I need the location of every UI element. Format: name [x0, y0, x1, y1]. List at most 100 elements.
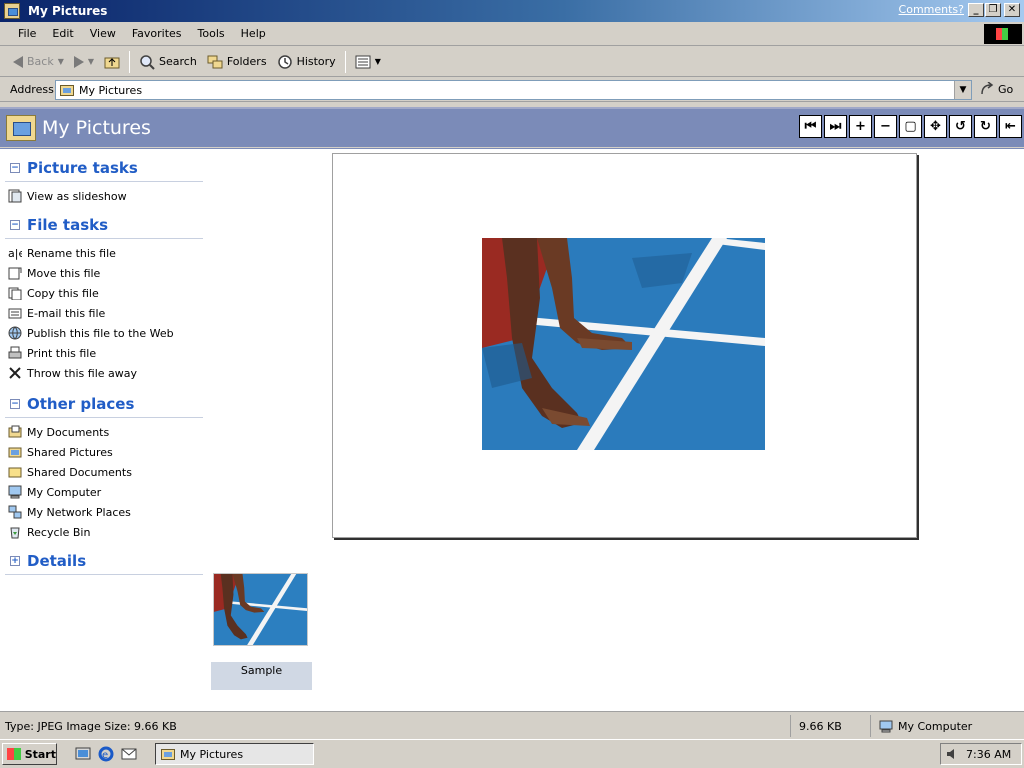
restore-icon[interactable]: ❐	[985, 3, 1001, 17]
expand-icon[interactable]: +	[10, 556, 20, 566]
minimize-icon[interactable]: _	[968, 3, 984, 17]
svg-text:a|e: a|e	[8, 247, 22, 260]
close-icon[interactable]: ✕	[1004, 3, 1020, 17]
task-rename[interactable]: a|e Rename this file	[0, 243, 208, 263]
svg-text:e: e	[102, 750, 108, 761]
history-button[interactable]: History	[272, 50, 341, 74]
image-preview-frame	[332, 153, 917, 538]
picture-tasks-header[interactable]: − Picture tasks	[0, 155, 208, 181]
outlook-express-icon[interactable]	[121, 746, 137, 762]
go-label: Go	[998, 82, 1014, 96]
rotate-clockwise-icon[interactable]: ↻	[974, 115, 997, 138]
task-pane: − Picture tasks View as slideshow − File…	[0, 149, 208, 712]
my-computer-icon	[8, 485, 22, 499]
back-arrow-icon	[13, 55, 23, 68]
task-copy[interactable]: Copy this file	[0, 283, 208, 303]
back-dropdown-icon[interactable]: ▼	[58, 57, 64, 66]
thumbnail-image[interactable]	[213, 573, 308, 646]
shared-pictures-icon	[8, 447, 22, 458]
task-print[interactable]: Print this file	[0, 343, 208, 363]
forward-dropdown-icon[interactable]: ▼	[88, 57, 94, 66]
thumbnail-label[interactable]: Sample	[211, 662, 312, 690]
taskbar-button-my-pictures[interactable]: My Pictures	[155, 743, 314, 765]
forward-button[interactable]: ▼	[69, 50, 99, 74]
volume-icon[interactable]	[946, 748, 958, 760]
task-publish[interactable]: Publish this file to the Web	[0, 323, 208, 343]
rename-icon: a|e	[8, 247, 22, 260]
zoom-in-icon[interactable]: +	[849, 115, 872, 138]
other-places-header[interactable]: − Other places	[0, 391, 208, 417]
zoom-out-icon[interactable]: −	[874, 115, 897, 138]
start-button[interactable]: Start	[2, 743, 57, 765]
folders-button[interactable]: Folders	[202, 50, 272, 74]
task-email[interactable]: E-mail this file	[0, 303, 208, 323]
address-dropdown-icon[interactable]: ▼	[954, 81, 971, 99]
thumbnail-item[interactable]: Sample	[211, 562, 312, 690]
comments-link[interactable]: Comments?	[899, 3, 964, 16]
my-pictures-folder-icon	[60, 85, 74, 96]
show-desktop-icon[interactable]	[75, 746, 91, 762]
my-pictures-folder-icon	[6, 115, 36, 141]
search-button[interactable]: Search	[134, 50, 202, 74]
copy-icon	[8, 287, 22, 300]
preview-image[interactable]	[482, 238, 765, 450]
file-tasks-header[interactable]: − File tasks	[0, 212, 208, 238]
exit-icon[interactable]: ⇤	[999, 115, 1022, 138]
menu-help[interactable]: Help	[233, 25, 274, 42]
up-folder-icon	[104, 57, 120, 68]
place-my-documents[interactable]: My Documents	[0, 422, 208, 442]
task-delete[interactable]: Throw this file away	[0, 363, 208, 383]
task-view-slideshow[interactable]: View as slideshow	[0, 186, 208, 206]
previous-image-icon[interactable]: ⏮	[799, 115, 822, 138]
place-recycle-bin[interactable]: Recycle Bin	[0, 522, 208, 542]
folder-header: My Pictures ⏮ ⏭ + − ▢ ✥ ↺ ↻ ⇤	[0, 107, 1024, 147]
windows-logo-icon	[7, 748, 21, 760]
search-label: Search	[159, 55, 197, 68]
address-input[interactable]: My Pictures ▼	[55, 80, 972, 100]
details-header[interactable]: + Details	[0, 548, 208, 574]
email-icon	[8, 308, 22, 319]
go-arrow-icon	[981, 82, 994, 95]
menu-tools[interactable]: Tools	[190, 25, 233, 42]
menu-bar: File Edit View Favorites Tools Help	[0, 22, 1024, 46]
taskbar: Start e My Pictures 7:36 AM	[0, 739, 1024, 768]
folders-icon	[207, 55, 223, 68]
details-title: Details	[27, 552, 87, 570]
menu-view[interactable]: View	[82, 25, 124, 42]
menu-favorites[interactable]: Favorites	[124, 25, 190, 42]
title-bar[interactable]: My Pictures Comments? _ ❐ ✕	[0, 0, 1024, 22]
printer-icon	[8, 346, 22, 359]
collapse-icon[interactable]: −	[10, 220, 20, 230]
best-fit-icon[interactable]: ▢	[899, 115, 922, 138]
windows-logo-icon	[984, 24, 1022, 44]
collapse-icon[interactable]: −	[10, 399, 20, 409]
up-folder-button[interactable]	[99, 50, 125, 74]
place-my-network-places[interactable]: My Network Places	[0, 502, 208, 522]
main-content: − Picture tasks View as slideshow − File…	[0, 148, 1024, 712]
menu-edit[interactable]: Edit	[44, 25, 81, 42]
shared-documents-icon	[8, 467, 22, 478]
my-pictures-folder-icon	[161, 749, 175, 760]
back-button[interactable]: Back ▼	[8, 50, 69, 74]
clock[interactable]: 7:36 AM	[966, 748, 1011, 761]
place-shared-pictures[interactable]: Shared Pictures	[0, 442, 208, 462]
address-bar: Address My Pictures ▼ Go	[0, 78, 1024, 102]
place-my-computer[interactable]: My Computer	[0, 482, 208, 502]
internet-explorer-icon[interactable]: e	[98, 746, 114, 762]
recycle-bin-icon	[10, 527, 20, 539]
slideshow-icon	[8, 189, 22, 203]
page-title: My Pictures	[42, 117, 151, 139]
actual-size-icon[interactable]: ✥	[924, 115, 947, 138]
network-places-icon	[8, 505, 22, 519]
other-places-title: Other places	[27, 395, 135, 413]
go-button[interactable]: Go	[980, 82, 1013, 96]
collapse-icon[interactable]: −	[10, 163, 20, 173]
next-image-icon[interactable]: ⏭	[824, 115, 847, 138]
menu-file[interactable]: File	[10, 25, 44, 42]
views-button[interactable]: ▼	[350, 50, 386, 74]
rotate-counterclockwise-icon[interactable]: ↺	[949, 115, 972, 138]
task-move[interactable]: Move this file	[0, 263, 208, 283]
place-shared-documents[interactable]: Shared Documents	[0, 462, 208, 482]
views-dropdown-icon[interactable]: ▼	[375, 57, 381, 66]
delete-x-icon	[9, 367, 21, 379]
